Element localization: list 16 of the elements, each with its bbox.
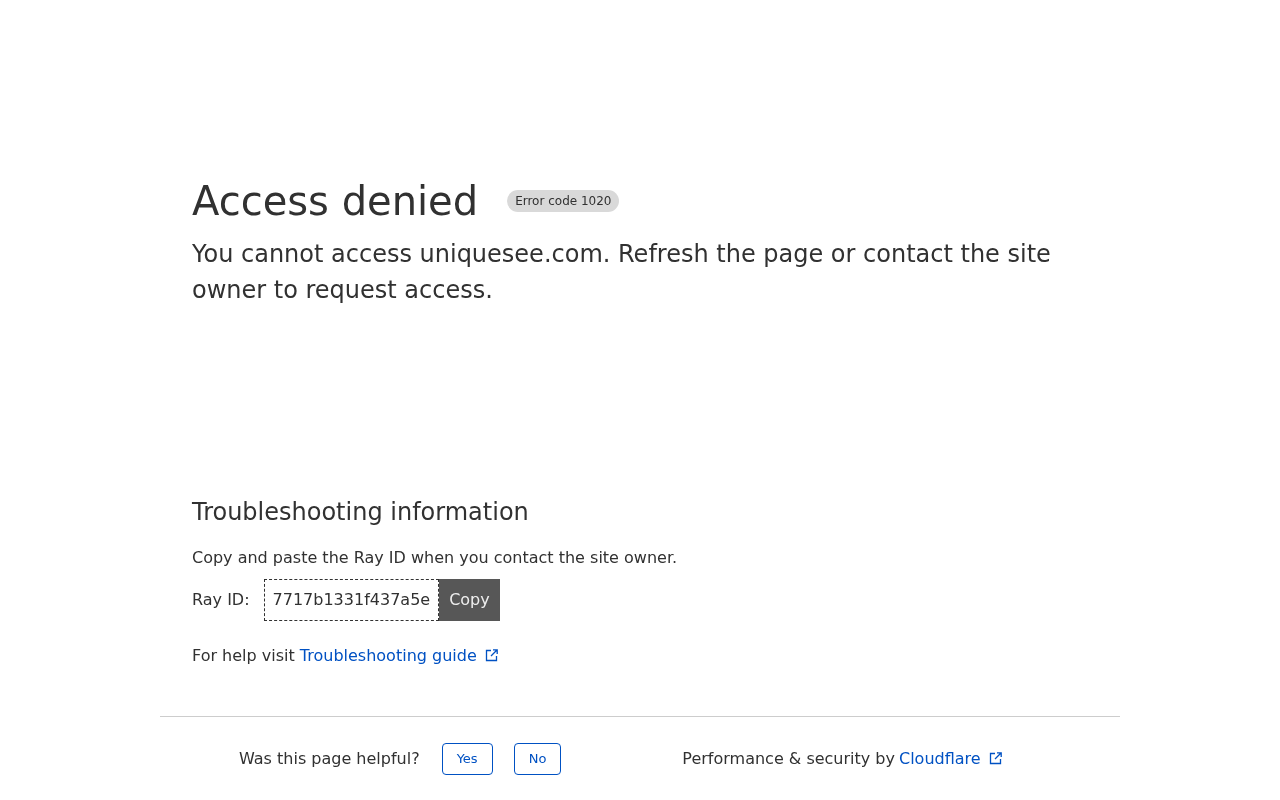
feedback-button[interactable]: No [513,743,562,775]
troubleshooting-guide-link[interactable]: Troubleshooting guide [299,646,498,665]
ray-id-label: Ray ID: [192,589,250,611]
page-heading: Access denied [192,177,479,225]
external-link-icon [484,649,498,662]
feedback-question: Was this page helpful? [239,748,420,770]
cloudflare-link[interactable]: Cloudflare [899,747,1002,771]
help-text: For help visit [192,646,295,665]
section-heading: Troubleshooting information [192,497,530,528]
external-link-icon [988,752,1002,765]
instruction-text: Copy and paste the Ray ID when you contact the site owner. [192,547,679,569]
feedback-button[interactable]: Yes [441,743,493,775]
copy-button[interactable]: Copy [439,579,500,621]
credit-text: Performance & security by [682,748,895,770]
access-message: You cannot access uniquesee.com. Refresh the page or contact the site owner to request access. [192,239,1052,306]
error-code-tag: Error code 1020 [507,190,620,212]
